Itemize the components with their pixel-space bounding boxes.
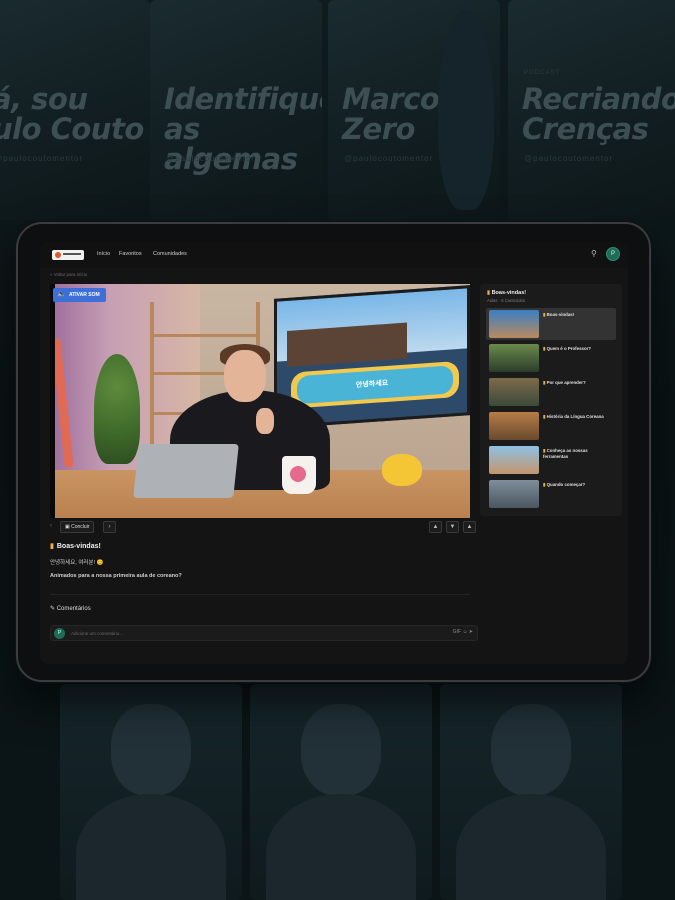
playlist-item[interactable]: ▮ Quando começar? [486, 478, 616, 510]
bg-thumbnail-tag: @paulocoutomentor [344, 154, 434, 163]
playlist-thumbnail [489, 344, 539, 372]
playlist-item[interactable]: ▮ Quem é o Professor? [486, 342, 616, 374]
mug [282, 456, 316, 494]
search-icon[interactable]: ⚲ [591, 250, 597, 258]
playlist-item-label: ▮ Por que aprender? [543, 380, 586, 385]
plant [94, 354, 140, 464]
app-screen: Início Favoritos Comunidades ⚲ P « Volta… [40, 242, 628, 664]
laptop [133, 444, 239, 498]
playlist-thumbnail [489, 446, 539, 474]
playlist-item-label: ▮ História da Língua Coreana [543, 414, 604, 419]
playlist-item[interactable]: ▮ Por que aprender? [486, 376, 616, 408]
bg-portrait [250, 684, 432, 900]
bg-thumbnail: PODCAST Recriando Crenças @paulocoutomen… [508, 0, 675, 220]
bg-thumbnail: Identifique as algemas @paulocoutomentor [150, 0, 322, 220]
plush-toy [382, 454, 422, 486]
playlist-item[interactable]: ▮ Boas-vindas! [486, 308, 616, 340]
top-navbar: Início Favoritos Comunidades ⚲ P [40, 242, 628, 268]
thumbs-down-icon[interactable]: ▼ [446, 521, 459, 533]
bg-thumbnail-title: á, sou ulo Couto [0, 82, 144, 146]
thumbs-up-icon[interactable]: ▲ [429, 521, 442, 533]
unmute-button[interactable]: 🔈 ATIVAR SOM [53, 288, 106, 302]
playlist-thumbnail [489, 412, 539, 440]
bg-portrait [440, 684, 622, 900]
playlist-title: ▮ Boas-vindas! [487, 290, 527, 296]
playlist-item-label: ▮ Quando começar? [543, 482, 586, 487]
playlist-item-label: ▮ Boas-vindas! [543, 312, 575, 317]
nav-link-favorites[interactable]: Favoritos [119, 251, 142, 257]
playlist-item-label: ▮ Conheça as nossas ferramentas [543, 448, 588, 459]
chevron-right-icon[interactable]: › [103, 521, 116, 533]
lesson-description-line: Animados para a nossa primeira aula de c… [50, 573, 182, 579]
bg-thumbnail-tag: @paulocoutomentor [0, 154, 84, 163]
speaker-muted-icon: 🔈 [57, 291, 66, 298]
lesson-controls: ‹ ▣ Concluir › ▲ ▼ ▲ [50, 521, 476, 533]
playlist-item[interactable]: ▮ História da Língua Coreana [486, 410, 616, 442]
comment-tools[interactable]: GIF ☺ ➤ [453, 629, 473, 635]
nav-link-communities[interactable]: Comunidades [153, 251, 187, 257]
complete-button[interactable]: ▣ Concluir [60, 521, 95, 533]
unmute-label: ATIVAR SOM [69, 292, 100, 298]
playlist-item-label: ▮ Quem é o Professor? [543, 346, 592, 351]
divider [50, 594, 470, 595]
complete-label: Concluir [71, 524, 90, 530]
bg-person [438, 10, 494, 210]
bg-portrait [60, 684, 242, 900]
comment-icon: ✎ [50, 606, 56, 612]
video-player[interactable]: 안녕하세요 🔈 ATIVAR SOM [50, 284, 470, 518]
tablet-frame: Início Favoritos Comunidades ⚲ P « Volta… [16, 222, 651, 682]
book-icon: ▮ [487, 290, 491, 296]
comments-heading: ✎ Comentários [50, 606, 91, 612]
playlist-panel: ▮ Boas-vindas! Aulas · 6 Conteúdos ▮ Boa… [480, 284, 622, 516]
nav-link-home[interactable]: Início [97, 251, 110, 257]
comment-input[interactable] [71, 627, 421, 639]
playlist-thumbnail [489, 378, 539, 406]
comment-composer: P GIF ☺ ➤ [50, 625, 478, 641]
bg-thumbnail-kicker: PODCAST [524, 70, 561, 76]
playlist-thumbnail [489, 310, 539, 338]
bg-thumbnail-title: Marco Zero [342, 82, 440, 146]
bookmark-icon[interactable]: ▲ [463, 521, 476, 533]
bg-thumbnail-tag: @paulocoutomentor [166, 154, 256, 163]
bg-thumbnail-title: Recriando Crenças [522, 82, 675, 146]
brand-logo[interactable] [52, 250, 84, 260]
chevron-left-icon[interactable]: ‹ [50, 523, 52, 529]
bg-thumbnail: á, sou ulo Couto @paulocoutomentor [0, 0, 150, 220]
lesson-title: ▮ Boas-vindas! [50, 543, 101, 550]
back-breadcrumb[interactable]: « Voltar para início [50, 272, 87, 277]
playlist-item[interactable]: ▮ Conheça as nossas ferramentas [486, 444, 616, 476]
avatar: P [54, 628, 65, 639]
playlist-subtitle: Aulas · 6 Conteúdos [487, 298, 525, 303]
lesson-description-line: 안녕하세요, 여러분! 😊 [50, 560, 104, 566]
book-icon: ▮ [50, 543, 54, 550]
bg-thumbnail-tag: @paulocoutomentor [524, 154, 614, 163]
playlist-thumbnail [489, 480, 539, 508]
user-avatar[interactable]: P [606, 247, 620, 261]
bg-thumbnail: Marco Zero @paulocoutomentor [328, 0, 500, 220]
